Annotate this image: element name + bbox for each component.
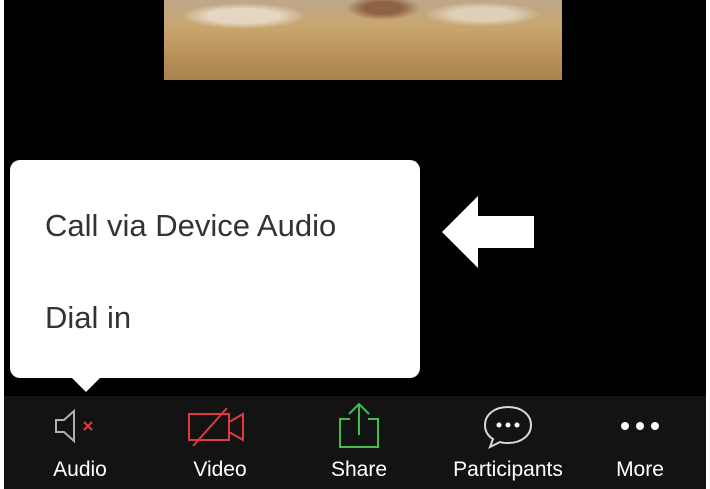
share-label: Share: [330, 458, 388, 481]
share-button[interactable]: Share: [299, 396, 419, 489]
chat-bubble-icon: [483, 405, 533, 450]
left-arrow-annotation-icon: [442, 196, 534, 268]
participants-button[interactable]: Participants: [438, 396, 578, 489]
share-upload-icon: [339, 402, 379, 448]
more-dots-icon: [621, 422, 659, 430]
video-label: Video: [193, 458, 247, 481]
participants-label: Participants: [453, 458, 563, 481]
audio-label: Audio: [53, 458, 107, 481]
more-label: More: [616, 458, 664, 481]
video-button[interactable]: Video: [160, 396, 280, 489]
meeting-toolbar: Audio Video Share Participants More: [0, 396, 710, 489]
popup-pointer: [70, 376, 102, 392]
participant-video-tile[interactable]: [164, 0, 562, 80]
more-button[interactable]: More: [580, 396, 700, 489]
video-off-icon: [188, 407, 244, 446]
call-via-device-audio-option[interactable]: Call via Device Audio: [45, 208, 336, 244]
dial-in-option[interactable]: Dial in: [45, 300, 131, 336]
audio-options-popup: Call via Device Audio Dial in: [10, 160, 420, 392]
audio-button[interactable]: Audio: [20, 396, 140, 489]
speaker-muted-icon: [55, 408, 93, 444]
